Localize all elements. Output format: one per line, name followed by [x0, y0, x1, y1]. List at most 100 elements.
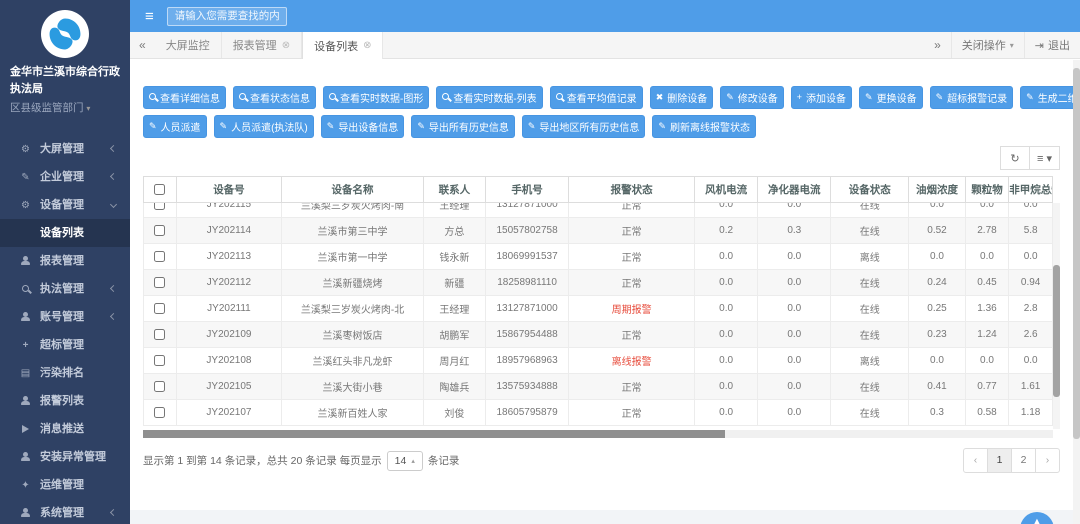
cell-device-name: 兰溪市第一中学 — [281, 243, 424, 270]
global-search-input[interactable] — [166, 6, 287, 26]
row-checkbox[interactable] — [154, 406, 166, 418]
column-header-particulate[interactable]: 颗粒物 — [964, 176, 1010, 203]
column-header-device-status[interactable]: 设备状态 — [830, 176, 910, 203]
columns-toggle-button[interactable]: ≡ ▾ — [1030, 146, 1060, 170]
generate-qrcode-button[interactable]: ✎生成二维码 — [1020, 86, 1080, 109]
row-checkbox[interactable] — [154, 380, 166, 392]
tabs-scroll-right-icon[interactable]: » — [924, 32, 951, 58]
page-prev-button[interactable]: ‹ — [963, 448, 988, 473]
tab-close-icon[interactable]: ⊗ — [282, 40, 290, 51]
cell-phone: 18957968963 — [484, 347, 570, 374]
sidebar-item-enterprise-mgmt[interactable]: ✎ 企业管理 — [0, 163, 130, 191]
table-row[interactable]: JY202114 兰溪市第三中学 方总 15057802758 正常 0.2 0.3 在线 0.… — [143, 217, 1053, 244]
over-limit-alarm-records-button[interactable]: ✎ 超标报警记录 — [929, 86, 1014, 109]
sidebar-item-system-mgmt[interactable]: 系统管理 — [0, 499, 130, 524]
edit-icon: ✎ — [417, 121, 425, 131]
chevron-left-icon — [109, 172, 118, 181]
row-checkbox[interactable] — [154, 328, 166, 340]
view-average-records-button[interactable]: 查看平均值记录 — [549, 86, 643, 109]
column-header-device-no[interactable]: 设备号 — [175, 176, 283, 203]
row-checkbox[interactable] — [154, 224, 166, 236]
sidebar-item-alarm-list[interactable]: 报警列表 — [0, 387, 130, 415]
row-checkbox[interactable] — [154, 203, 166, 210]
add-device-button[interactable]: + 添加设备 — [790, 86, 853, 109]
page-next-button[interactable]: › — [1035, 448, 1060, 473]
view-realtime-chart-button[interactable]: 查看实时数据-图形 — [323, 86, 430, 109]
page-1-button[interactable]: 1 — [987, 448, 1012, 473]
button-label: 查看平均值记录 — [566, 94, 637, 105]
sidebar-item-message-push[interactable]: 消息推送 — [0, 415, 130, 443]
table-row[interactable]: JY202112 兰溪新疆烧烤 新疆 18258981110 正常 0.0 0.0 在线 0.2… — [143, 269, 1053, 296]
logout-button[interactable]: ⇥ 退出 — [1023, 32, 1080, 58]
column-header-phone[interactable]: 手机号 — [484, 176, 570, 203]
replace-device-button[interactable]: ✎ 更换设备 — [859, 86, 923, 109]
refresh-button[interactable]: ↻ — [1000, 146, 1030, 170]
column-header-purifier-current[interactable]: 净化器电流 — [757, 176, 832, 203]
org-role-dropdown[interactable]: 区县级监管部门 ▾ — [0, 100, 130, 115]
select-all-checkbox[interactable] — [154, 184, 166, 196]
dispatch-personnel-button[interactable]: ✎ 人员派遣 — [143, 115, 207, 138]
tab-close-icon[interactable]: ⊗ — [363, 40, 371, 51]
table-row[interactable]: JY202105 兰溪大街小巷 陶雄兵 13575934888 正常 0.0 0.0 在线 0.… — [143, 373, 1053, 400]
table-row[interactable]: JY202113 兰溪市第一中学 钱永新 18069991537 正常 0.0 0.0 离线 0… — [143, 243, 1053, 270]
view-status-button[interactable]: 查看状态信息 — [233, 86, 316, 109]
view-detail-button[interactable]: 查看详细信息 — [143, 86, 226, 109]
sidebar-item-report-mgmt[interactable]: 报表管理 — [0, 247, 130, 275]
export-device-info-button[interactable]: ✎ 导出设备信息 — [320, 115, 405, 138]
table-row[interactable]: JY202115 兰溪梨三岁炭火烤肉-南 王经理 13127871000 正常 0.0 0.… — [143, 203, 1053, 218]
close-operations-dropdown[interactable]: 关闭操作 ▾ — [950, 32, 1024, 58]
delete-device-button[interactable]: ✖ 删除设备 — [649, 86, 714, 109]
page-2-button[interactable]: 2 — [1011, 448, 1036, 473]
column-header-contact[interactable]: 联系人 — [422, 176, 486, 203]
table-vertical-scrollbar-thumb[interactable] — [1053, 265, 1060, 397]
row-checkbox[interactable] — [154, 276, 166, 288]
sidebar-item-pollution-ranking[interactable]: ▤ 污染排名 — [0, 359, 130, 387]
sidebar-item-ops-mgmt[interactable]: ✦ 运维管理 — [0, 471, 130, 499]
cell-contact: 王经理 — [422, 203, 486, 218]
cell-nmhc: 0.0 — [1008, 347, 1053, 374]
table-row[interactable]: JY202109 兰溪枣树饭店 胡鹏军 15867954488 正常 0.0 0.0 在线 0.… — [143, 321, 1053, 348]
cell-fan-current: 0.0 — [693, 203, 759, 218]
table-row[interactable]: JY202107 兰溪新百姓人家 刘俊 18605795879 正常 0.0 0.0 在线 0.… — [143, 399, 1053, 426]
page-size-select[interactable]: 14 ▴ — [386, 450, 423, 471]
sidebar-item-enforcement-mgmt[interactable]: 执法管理 — [0, 275, 130, 303]
column-header-device-name[interactable]: 设备名称 — [281, 176, 424, 203]
tabs-scroll-left-icon[interactable]: « — [130, 38, 155, 52]
menu-toggle-icon[interactable]: ≡ — [145, 9, 154, 24]
sidebar-item-account-mgmt[interactable]: 账号管理 — [0, 303, 130, 331]
gear-icon: ⚙ — [21, 200, 30, 211]
sidebar-item-over-limit-mgmt[interactable]: + 超标管理 — [0, 331, 130, 359]
export-all-history-button[interactable]: ✎ 导出所有历史信息 — [411, 115, 515, 138]
row-select-cell — [143, 399, 177, 426]
row-checkbox[interactable] — [154, 354, 166, 366]
row-checkbox[interactable] — [154, 250, 166, 262]
edit-icon: ✎ — [527, 121, 536, 131]
column-header-fan-current[interactable]: 风机电流 — [693, 176, 759, 203]
sidebar-item-device-list[interactable]: 设备列表 — [0, 219, 130, 247]
cell-contact: 胡鹏军 — [422, 321, 486, 348]
export-region-all-history-button[interactable]: ✎ 导出地区所有历史信息 — [521, 115, 646, 138]
column-header-oil-concentration[interactable]: 油烟浓度 — [908, 176, 966, 203]
sidebar-item-screen-mgmt[interactable]: ⚙ 大屏管理 — [0, 135, 130, 163]
modify-device-button[interactable]: ✎ 修改设备 — [720, 86, 784, 109]
cell-particulate: 0.58 — [964, 399, 1010, 426]
cell-nmhc: 0.94 — [1008, 269, 1053, 296]
table-row[interactable]: JY202111 兰溪梨三岁炭火烤肉-北 王经理 13127871000 周期报警 0.0… — [143, 295, 1053, 322]
row-checkbox[interactable] — [154, 302, 166, 314]
sidebar-item-device-mgmt[interactable]: ⚙ 设备管理 — [0, 191, 130, 219]
tab-report-mgmt[interactable]: 报表管理 ⊗ — [222, 32, 303, 58]
view-realtime-list-button[interactable]: 查看实时数据-列表 — [436, 86, 543, 109]
sidebar-item-install-exception-mgmt[interactable]: 安装异常管理 — [0, 443, 130, 471]
cell-particulate: 0.77 — [964, 373, 1010, 400]
column-header-alarm-status[interactable]: 报警状态 — [568, 176, 695, 203]
page-scrollbar-thumb[interactable] — [1073, 68, 1080, 440]
table-row[interactable]: JY202108 兰溪红头非凡龙虾 周月红 18957968963 离线报警 0.0 0.0… — [143, 347, 1053, 374]
sidebar-item-label: 账号管理 — [40, 311, 84, 323]
tab-device-list[interactable]: 设备列表 ⊗ — [302, 32, 384, 59]
dispatch-personnel-enforcement-button[interactable]: ✎ 人员派遣(执法队) — [213, 115, 314, 138]
cell-phone: 15867954488 — [484, 321, 570, 348]
table-horizontal-scrollbar-thumb[interactable] — [143, 430, 726, 438]
refresh-offline-alarm-status-button[interactable]: ✎ 刷新离线报警状态 — [652, 115, 756, 138]
column-header-nmhc[interactable]: 非甲烷总烃 — [1008, 176, 1053, 203]
tab-screen-monitor[interactable]: 大屏监控 — [155, 32, 222, 58]
